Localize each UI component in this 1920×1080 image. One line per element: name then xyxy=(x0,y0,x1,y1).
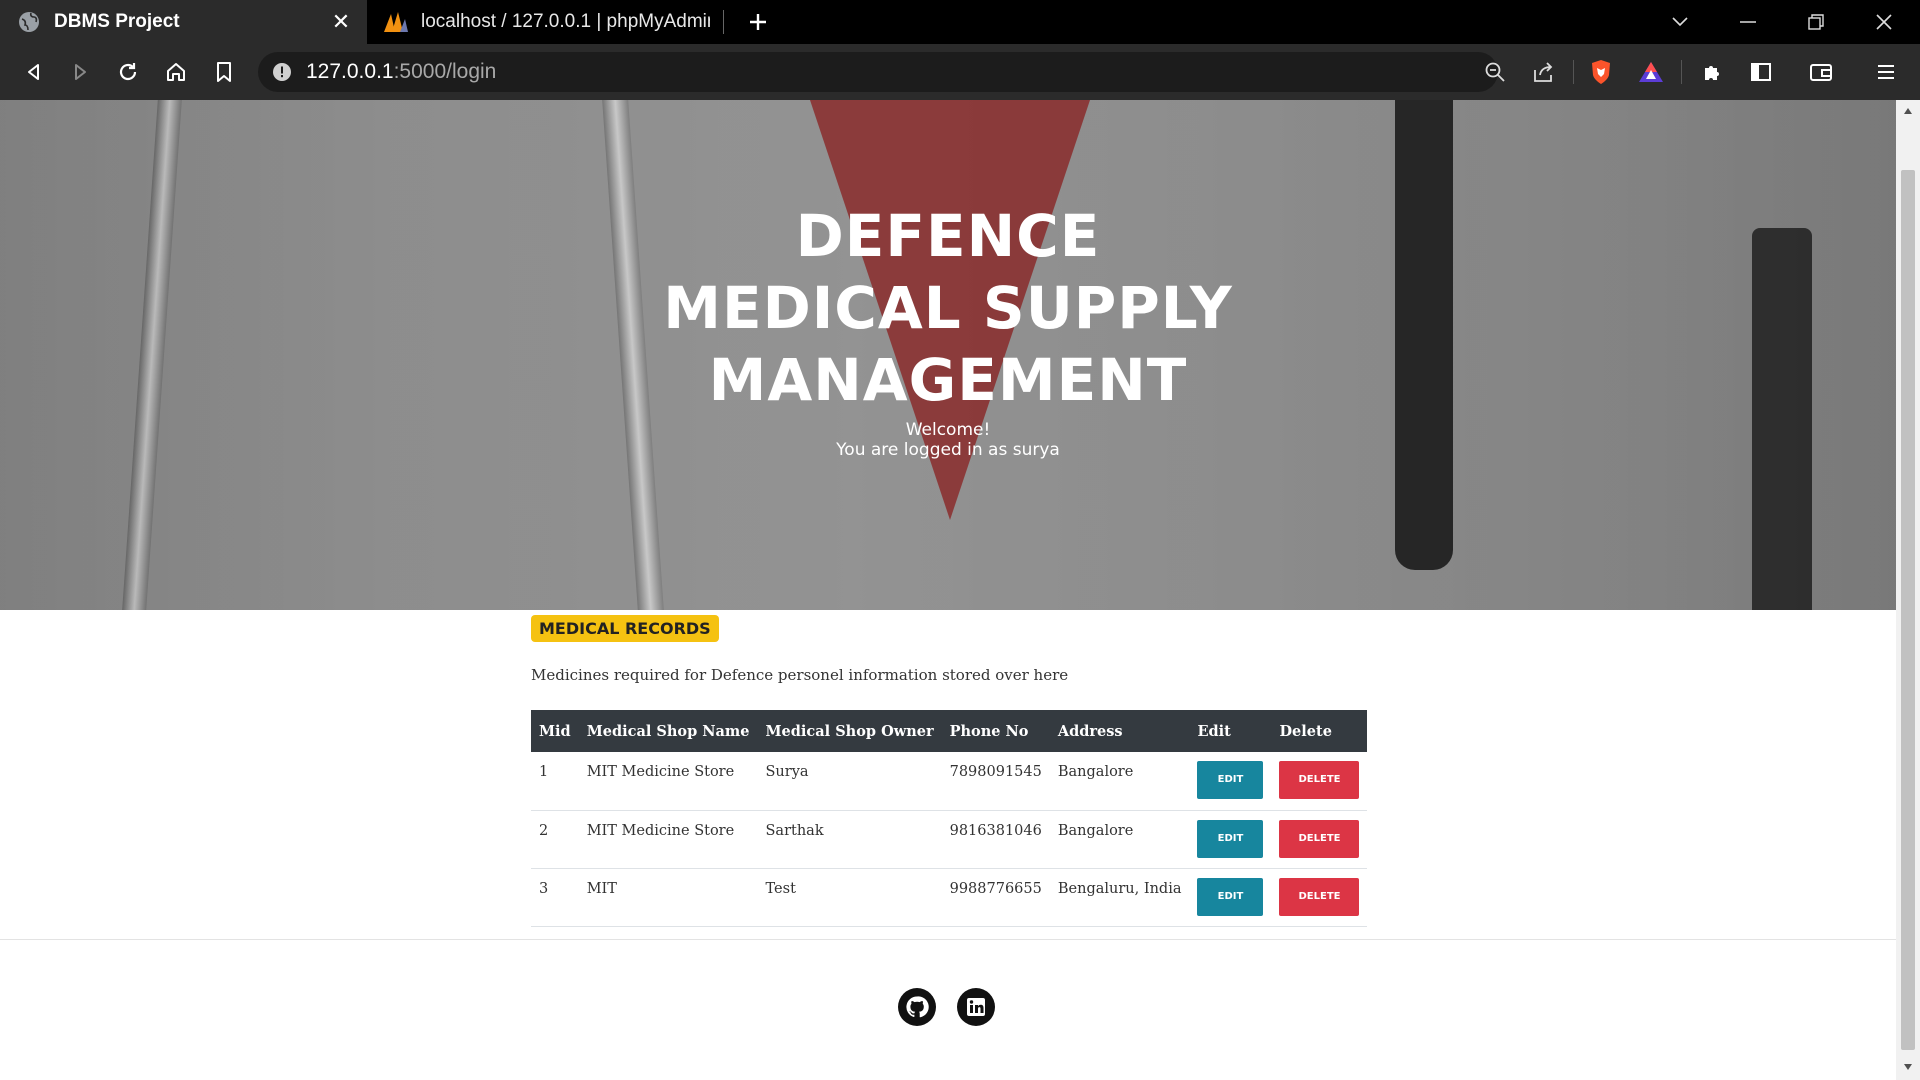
scroll-thumb[interactable] xyxy=(1901,170,1915,1050)
records-section: MEDICAL RECORDS Medicines required for D… xyxy=(531,615,1368,927)
extensions-puzzle-icon[interactable] xyxy=(1697,56,1729,88)
cell-edit: EDIT xyxy=(1189,752,1272,811)
cell-owner: Surya xyxy=(757,752,942,811)
hero-title-line: MANAGEMENT xyxy=(708,346,1188,414)
new-tab-plus-icon[interactable] xyxy=(742,6,774,38)
tab-title: localhost / 127.0.0.1 | phpMyAdmin 5. xyxy=(421,11,710,32)
hero-title-line: MEDICAL SUPPLY xyxy=(663,274,1233,342)
cell-delete: DELETE xyxy=(1271,752,1368,811)
column-header: Mid xyxy=(531,710,579,752)
footer-divider xyxy=(0,939,1896,940)
tab-divider xyxy=(723,10,724,34)
back-icon[interactable] xyxy=(18,56,50,88)
cell-owner: Test xyxy=(757,868,942,927)
scroll-down-icon[interactable] xyxy=(1896,1058,1920,1076)
delete-button[interactable]: DELETE xyxy=(1279,819,1360,858)
home-icon[interactable] xyxy=(160,56,192,88)
bookmark-icon[interactable] xyxy=(208,56,240,88)
wallet-icon[interactable] xyxy=(1805,56,1837,88)
github-icon[interactable] xyxy=(898,988,936,1026)
hero-title-line: DEFENCE xyxy=(795,202,1101,270)
menu-icon[interactable] xyxy=(1870,56,1902,88)
address-bar[interactable]: 127.0.0.1:5000/login xyxy=(258,52,1498,92)
delete-button[interactable]: DELETE xyxy=(1279,761,1360,799)
cell-phone: 7898091545 xyxy=(941,752,1050,811)
browser-tab-bar: DBMS Project ✕ localhost / 127.0.0.1 | p… xyxy=(0,0,1920,44)
section-description: Medicines required for Defence personel … xyxy=(531,666,1069,684)
column-header: Medical Shop Owner xyxy=(757,710,942,752)
url-text: 127.0.0.1:5000/login xyxy=(306,60,496,84)
forward-icon[interactable] xyxy=(64,56,96,88)
brave-shields-icon[interactable] xyxy=(1585,56,1617,88)
phpmyadmin-icon xyxy=(383,9,409,35)
cell-address: Bangalore xyxy=(1049,752,1190,811)
cell-edit: EDIT xyxy=(1189,868,1272,927)
column-header: Delete xyxy=(1271,710,1368,752)
tab-phpmyadmin[interactable]: localhost / 127.0.0.1 | phpMyAdmin 5. xyxy=(367,0,724,44)
zoom-icon[interactable] xyxy=(1479,56,1511,88)
reload-icon[interactable] xyxy=(112,56,144,88)
restore-icon[interactable] xyxy=(1796,6,1836,38)
table-row: 2 MIT Medicine Store Sarthak 9816381046 … xyxy=(531,810,1368,869)
cell-mid: 1 xyxy=(531,752,579,811)
site-info-icon[interactable] xyxy=(272,62,292,82)
hero-banner: DEFENCE MEDICAL SUPPLY MANAGEMENT Welcom… xyxy=(0,100,1896,610)
cell-address: Bangalore xyxy=(1049,810,1190,869)
cell-address: Bengaluru, India xyxy=(1049,868,1190,927)
cell-delete: DELETE xyxy=(1271,810,1368,869)
records-table: Mid Medical Shop Name Medical Shop Owner… xyxy=(531,710,1368,927)
close-tab-icon[interactable]: ✕ xyxy=(329,10,353,35)
page-content: DEFENCE MEDICAL SUPPLY MANAGEMENT Welcom… xyxy=(0,100,1896,1080)
tab-dbms-project[interactable]: DBMS Project ✕ xyxy=(0,0,367,44)
table-header-row: Mid Medical Shop Name Medical Shop Owner… xyxy=(531,710,1368,752)
column-header: Medical Shop Name xyxy=(578,710,758,752)
welcome-text: Welcome! xyxy=(905,420,991,440)
table-row: 1 MIT Medicine Store Surya 7898091545 Ba… xyxy=(531,752,1368,811)
delete-button[interactable]: DELETE xyxy=(1279,877,1360,916)
edit-button[interactable]: EDIT xyxy=(1197,877,1264,916)
hero-title: DEFENCE MEDICAL SUPPLY MANAGEMENT xyxy=(0,200,1896,416)
linkedin-icon[interactable] xyxy=(957,988,995,1026)
cell-shop-name: MIT Medicine Store xyxy=(578,810,758,869)
cell-edit: EDIT xyxy=(1189,810,1272,869)
column-header: Address xyxy=(1049,710,1190,752)
sidebar-icon[interactable] xyxy=(1745,56,1777,88)
edit-button[interactable]: EDIT xyxy=(1197,819,1264,858)
column-header: Phone No xyxy=(941,710,1050,752)
tab-title: DBMS Project xyxy=(54,11,180,32)
cell-mid: 3 xyxy=(531,868,579,927)
column-header: Edit xyxy=(1189,710,1272,752)
cell-mid: 2 xyxy=(531,810,579,869)
scroll-up-icon[interactable] xyxy=(1896,102,1920,120)
cell-owner: Sarthak xyxy=(757,810,942,869)
toolbar-divider xyxy=(1573,60,1574,84)
page-scrollbar[interactable] xyxy=(1896,100,1920,1080)
table-row: 3 MIT Test 9988776655 Bengaluru, India E… xyxy=(531,868,1368,927)
cell-shop-name: MIT xyxy=(578,868,758,927)
brave-rewards-icon[interactable] xyxy=(1635,56,1667,88)
edit-button[interactable]: EDIT xyxy=(1197,761,1264,799)
url-host: 127.0.0.1 xyxy=(306,60,394,83)
toolbar-divider xyxy=(1681,60,1682,84)
logged-in-text: You are logged in as surya xyxy=(836,440,1060,460)
cell-phone: 9816381046 xyxy=(941,810,1050,869)
minimize-icon[interactable] xyxy=(1728,6,1768,38)
cell-delete: DELETE xyxy=(1271,868,1368,927)
hero-welcome: Welcome! You are logged in as surya xyxy=(0,420,1896,460)
cell-shop-name: MIT Medicine Store xyxy=(578,752,758,811)
tab-search-chevron-icon[interactable] xyxy=(1660,6,1700,38)
cell-phone: 9988776655 xyxy=(941,868,1050,927)
section-badge: MEDICAL RECORDS xyxy=(531,615,719,642)
close-window-icon[interactable] xyxy=(1864,6,1904,38)
globe-icon xyxy=(16,9,42,35)
share-icon[interactable] xyxy=(1527,56,1559,88)
url-path: :5000/login xyxy=(393,60,497,83)
browser-toolbar: 127.0.0.1:5000/login xyxy=(0,44,1920,100)
